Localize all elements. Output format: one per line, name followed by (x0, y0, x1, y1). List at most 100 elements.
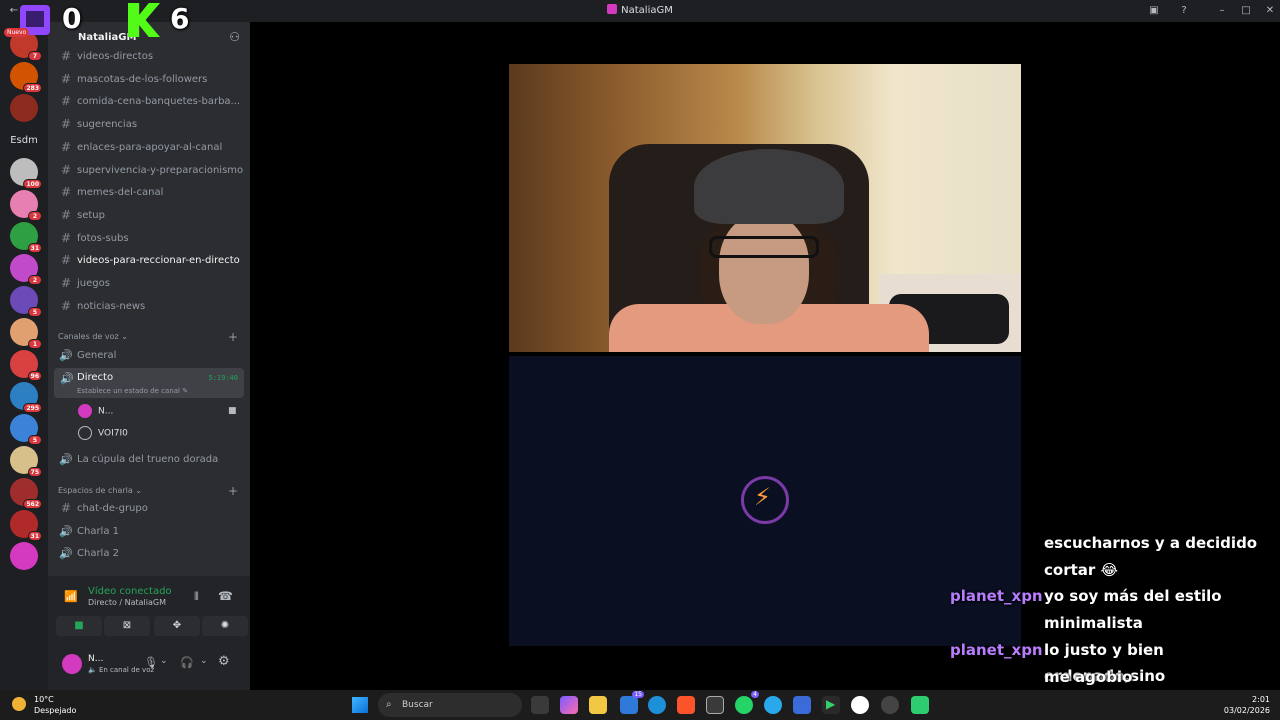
user-name[interactable]: N... (88, 654, 103, 664)
server-16[interactable] (10, 542, 38, 570)
voice-member[interactable]: VOI7I0 (78, 426, 128, 440)
server-4[interactable]: 100 (10, 158, 42, 189)
window-title: NataliaGM (621, 5, 673, 16)
add-member-icon[interactable]: ⚇ (229, 30, 240, 44)
server-14[interactable]: 562 (10, 478, 42, 509)
hashtag-icon: # (61, 253, 72, 268)
stage-category-label: Espacios de charla (58, 486, 133, 495)
server-esdm[interactable]: Esdm (4, 135, 44, 146)
text-channel[interactable]: # setup (56, 205, 244, 226)
screen-share-tile[interactable] (509, 356, 1021, 646)
notification-badge: 100 (23, 179, 42, 189)
voice-channel[interactable]: 🔊 Charla 1 (56, 521, 244, 542)
text-channel[interactable]: # mascotas-de-los-followers (56, 69, 244, 90)
brave-browser-icon[interactable] (677, 696, 695, 714)
speaker-icon: 🔊 (59, 349, 73, 362)
server-13[interactable]: 75 (10, 446, 42, 477)
add-channel-icon[interactable]: + (228, 330, 238, 344)
server-3[interactable] (10, 94, 38, 122)
camera-toggle-button[interactable]: ■ (56, 616, 102, 636)
file-explorer-icon[interactable] (589, 696, 607, 714)
text-channel[interactable]: # chat-de-grupo (56, 498, 244, 519)
task-view-icon[interactable] (531, 696, 549, 714)
whatsapp-icon[interactable]: 4 (735, 691, 759, 714)
text-channel-label: videos-directos (77, 51, 154, 62)
server-10[interactable]: 96 (10, 350, 42, 381)
microphone-icon[interactable]: 🎙 (144, 656, 158, 669)
text-channel[interactable]: # sugerencias (56, 114, 244, 135)
text-channel[interactable]: # fotos-subs (56, 228, 244, 249)
maximize-button[interactable]: □ (1238, 3, 1254, 19)
calculator-icon[interactable] (706, 696, 724, 714)
server-8[interactable]: 5 (10, 286, 42, 317)
server-7[interactable]: 2 (10, 254, 42, 285)
system-clock[interactable]: 2:01 03/02/2026 (1224, 694, 1270, 716)
minimize-button[interactable]: – (1214, 3, 1230, 19)
server-9[interactable]: 1 (10, 318, 42, 349)
edge-browser-icon[interactable] (648, 696, 666, 714)
voice-channel-directo[interactable]: 🔊 Directo 5:19:40 Establece un estado de… (54, 368, 244, 398)
text-channel[interactable]: # enlaces-para-apoyar-al-canal (56, 137, 244, 158)
soundboard-button[interactable]: ✺ (202, 616, 248, 636)
copilot-icon[interactable] (560, 696, 578, 714)
voice-channel-general[interactable]: 🔊 General (56, 345, 244, 366)
user-avatar[interactable] (62, 654, 82, 674)
gear-icon[interactable]: ⚙ (218, 654, 230, 669)
server-11[interactable]: 295 (10, 382, 42, 413)
voice-member[interactable]: N... (78, 404, 113, 418)
play-icon[interactable]: ▶ (822, 696, 840, 714)
voice-connection-panel: 📶 Vídeo conectado Directo / NataliaGM ⦀ … (48, 576, 250, 690)
taskbar-search[interactable]: ⌕ Buscar (378, 693, 522, 717)
close-button[interactable]: ✕ (1262, 3, 1278, 19)
disconnect-icon[interactable]: ☎ (218, 589, 233, 603)
server-15[interactable]: 31 (10, 510, 42, 541)
text-channel[interactable]: # videos-directos (56, 46, 244, 67)
weather-widget[interactable]: 10°C Despejado (34, 694, 76, 716)
voice-channel[interactable]: 🔊 Charla 2 (56, 543, 244, 564)
text-channel[interactable]: # supervivencia-y-preparacionismo (56, 160, 244, 181)
stage-category[interactable]: Espacios de charla ⌄ + (58, 484, 244, 498)
inbox-icon[interactable]: ▣ (1146, 3, 1162, 19)
webcam-video[interactable] (509, 64, 1021, 352)
chevron-down-icon[interactable]: ⌄ (200, 656, 208, 666)
channel-status-label: Establece un estado de canal (77, 387, 181, 395)
notification-badge: 7 (28, 51, 42, 61)
text-channel[interactable]: # comida-cena-banquetes-barba... (56, 91, 244, 112)
text-channel[interactable]: # videos-para-reccionar-en-directo (56, 250, 244, 271)
activities-button[interactable]: ✥ (154, 616, 200, 636)
xbox-icon[interactable] (851, 696, 869, 714)
twitch-counter: 0 (62, 2, 82, 35)
guild-name[interactable]: NataliaGM (78, 32, 136, 43)
taskbar: 10°C Despejado ⌕ Buscar 15 4 ▶ 2:01 03/02… (0, 690, 1280, 720)
streamer-glasses (709, 236, 819, 258)
chevron-down-icon[interactable]: ⌄ (160, 656, 168, 666)
search-placeholder: Buscar (402, 700, 433, 710)
text-channel-label: noticias-news (77, 300, 146, 312)
server-2[interactable]: 283 (10, 62, 42, 93)
noise-suppression-icon[interactable]: ⦀ (194, 590, 199, 604)
obs-icon[interactable] (881, 696, 899, 714)
telegram-icon[interactable] (764, 696, 782, 714)
app-icon[interactable] (911, 696, 929, 714)
hashtag-icon: # (61, 207, 72, 222)
voice-location[interactable]: Directo / NataliaGM (88, 598, 166, 607)
channel-status-setter[interactable]: Establece un estado de canal ✎ (77, 387, 188, 395)
server-6[interactable]: 31 (10, 222, 42, 253)
help-icon[interactable]: ? (1176, 3, 1192, 19)
server-12[interactable]: 5 (10, 414, 42, 445)
voice-category[interactable]: Canales de voz ⌄ + (58, 330, 244, 344)
mail-icon[interactable] (793, 696, 811, 714)
text-channel[interactable]: # noticias-news (56, 296, 244, 317)
text-channel[interactable]: # memes-del-canal (56, 182, 244, 203)
text-channel[interactable]: # juegos (56, 273, 244, 294)
server-5[interactable]: 2 (10, 190, 42, 221)
hashtag-icon: # (61, 185, 72, 200)
chat-text: cortar 😂 (1044, 560, 1119, 579)
add-channel-icon[interactable]: + (228, 484, 238, 498)
store-icon[interactable]: 15 (620, 691, 644, 714)
windows-start-icon[interactable] (352, 697, 368, 713)
headphones-icon[interactable]: 🎧 (180, 656, 194, 669)
voice-status[interactable]: Vídeo conectado (88, 586, 172, 597)
screen-share-button[interactable]: ⊠ (104, 616, 150, 636)
voice-channel-cupula[interactable]: 🔊 La cúpula del trueno dorada (56, 449, 244, 470)
